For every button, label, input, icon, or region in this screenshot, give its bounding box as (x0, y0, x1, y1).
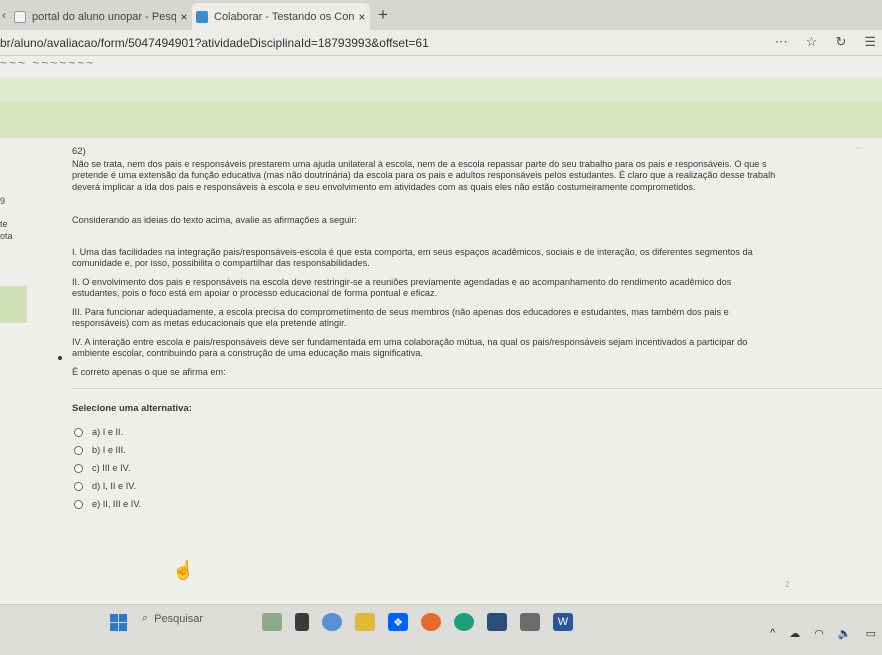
statement-item: II. O envolvimento dos pais e responsáve… (72, 277, 882, 300)
radio-button[interactable] (74, 464, 83, 473)
battery-icon[interactable]: ▭ (866, 627, 876, 640)
statement-item: IV. A interação entre escola e pais/resp… (72, 337, 882, 360)
statement-line: responsáveis) com as metas educacionais … (72, 318, 347, 328)
close-tab-icon[interactable]: × (354, 10, 370, 24)
app-icon[interactable] (520, 613, 540, 631)
tab-label: portal do aluno unopar - Pesquisa (32, 10, 176, 23)
more-icon[interactable]: ⋯ (775, 34, 788, 50)
favorite-star-icon[interactable]: ☆ (806, 34, 818, 50)
option-label: a) I e II. (92, 426, 124, 437)
question-prompt: Considerando as ideias do texto acima, a… (72, 215, 357, 225)
tab-label: Colaborar - Testando os Conhecim (214, 10, 354, 23)
statement-line: III. Para funcionar adequadamente, a esc… (72, 306, 729, 317)
taskbar-app-icons: ❖ W (262, 613, 573, 631)
option-label: d) I, II e IV. (92, 480, 137, 491)
url-field[interactable]: br/aluno/avaliacao/form/5047494901?ativi… (0, 36, 429, 50)
statements-list: I. Uma das facilidades na integração pai… (72, 247, 882, 360)
faded-header-text: ~~~ ~~~~~~~ (0, 56, 96, 66)
refresh-icon[interactable]: ↻ (835, 34, 846, 50)
option-e[interactable]: e) II, III e IV. (72, 496, 882, 514)
divider (72, 388, 882, 389)
tab-pesquisa[interactable]: portal do aluno unopar - Pesquisa × (14, 3, 192, 30)
option-label: c) III e IV. (92, 462, 131, 473)
taskbar-search[interactable]: ⌕ Pesquisar (142, 612, 203, 625)
file-explorer-icon[interactable] (355, 613, 375, 631)
option-b[interactable]: b) I e III. (72, 442, 882, 460)
search-icon: ⌕ (142, 612, 149, 624)
question-content: 62) Não se trata, nem dos pais e respons… (72, 146, 882, 514)
favorites-list-icon[interactable]: ☰ (864, 34, 876, 50)
side-text: 9 (0, 196, 6, 206)
statement-line: comunidade e, por isso, possibilita o co… (72, 258, 370, 268)
tab-colaborar[interactable]: Colaborar - Testando os Conhecim × (192, 3, 370, 30)
side-text: te (0, 219, 8, 229)
radio-button[interactable] (74, 482, 83, 491)
option-d[interactable]: d) I, II e IV. (72, 478, 882, 496)
wifi-icon[interactable]: ◠ (814, 627, 824, 640)
windows-start-icon[interactable] (110, 614, 127, 631)
system-tray: ^ ☁ ◠ 🔈 ▭ (770, 627, 876, 640)
statement-line: I. Uma das facilidades na integração pai… (72, 246, 753, 257)
statement-line: ambiente escolar, contribuindo para a co… (72, 348, 423, 358)
new-tab-button[interactable]: + (378, 5, 388, 25)
green-banner-top (0, 78, 882, 102)
colaborar-icon (196, 10, 208, 23)
close-tab-icon[interactable]: × (176, 10, 192, 24)
browser-tab-strip: ‹ portal do aluno unopar - Pesquisa × Co… (0, 0, 882, 30)
back-arrow-icon[interactable]: ‹ (2, 8, 6, 22)
question-number: 62) (72, 146, 86, 157)
dropbox-icon[interactable]: ❖ (388, 613, 408, 631)
radio-button[interactable] (74, 500, 83, 509)
search-icon (14, 10, 26, 23)
question-intro-line: deverá implicar a ida dos pais e respons… (72, 181, 696, 192)
option-label: b) I e III. (92, 444, 126, 455)
firefox-icon[interactable] (421, 613, 441, 631)
volume-icon[interactable]: 🔈 (838, 627, 852, 640)
statement-item: I. Uma das facilidades na integração pai… (72, 247, 882, 270)
radio-button[interactable] (74, 446, 83, 455)
task-view-icon[interactable] (295, 613, 309, 631)
statement-line: II. O envolvimento dos pais e responsáve… (72, 276, 732, 287)
statement-line: IV. A interação entre escola e pais/resp… (72, 336, 748, 347)
widgets-icon[interactable] (262, 613, 282, 631)
option-label: e) II, III e IV. (92, 498, 142, 509)
question-intro-line: Não se trata, nem dos pais e responsávei… (72, 158, 767, 169)
hand-cursor-icon: ☝ (172, 560, 195, 580)
faint-mark: 2 (785, 580, 790, 589)
store-icon[interactable] (487, 613, 507, 631)
copilot-icon[interactable] (322, 613, 342, 631)
option-a[interactable]: a) I e II. (72, 424, 882, 442)
statement-item: III. Para funcionar adequadamente, a esc… (72, 307, 882, 330)
address-bar: br/aluno/avaliacao/form/5047494901?ativi… (0, 30, 882, 56)
side-panel-block (0, 286, 27, 323)
cloud-icon[interactable]: ☁ (789, 627, 800, 640)
radio-button[interactable] (74, 428, 83, 437)
chevron-up-icon[interactable]: ^ (770, 627, 775, 640)
address-bar-icons: ⋯ ☆ ↻ ☰ (775, 34, 882, 50)
windows-taskbar: ⌕ Pesquisar ❖ W ^ ☁ ◠ 🔈 ▭ (0, 604, 882, 655)
page-content: ~~~ ~~~~~~~ 9 te ota ~ 2 62) Não se trat… (0, 56, 882, 604)
option-c[interactable]: c) III e IV. (72, 460, 882, 478)
taskbar-search-label: Pesquisar (154, 612, 204, 625)
side-text: ota (0, 231, 13, 241)
select-alternative-label: Selecione uma alternativa: (72, 403, 192, 414)
question-ask: É correto apenas o que se afirma em: (72, 366, 226, 377)
question-intro-line: pretende é uma extensão da função educat… (72, 170, 776, 180)
word-icon[interactable]: W (553, 613, 573, 631)
statement-line: estudantes, pois o foco está em apoiar o… (72, 288, 438, 298)
bullet-mark (58, 356, 62, 360)
edge-icon[interactable] (454, 613, 474, 631)
